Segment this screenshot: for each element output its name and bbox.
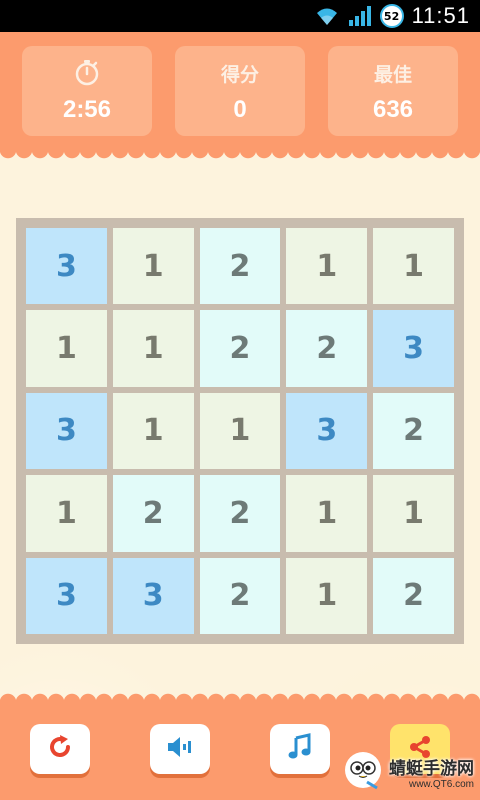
dragonfly-logo-icon: [341, 748, 385, 796]
board-cell[interactable]: 2: [199, 475, 281, 552]
board-cell[interactable]: 2: [373, 392, 454, 470]
music-note-icon: [287, 733, 313, 765]
board-cell[interactable]: 3: [373, 310, 454, 387]
restart-button[interactable]: [30, 724, 90, 774]
board-cell[interactable]: 1: [112, 392, 194, 470]
score-label: 得分: [220, 63, 259, 86]
score-box: 得分 0: [175, 46, 305, 136]
board-cell[interactable]: 2: [199, 228, 281, 305]
stopwatch-icon: [73, 58, 101, 88]
board-cell[interactable]: 3: [26, 228, 107, 305]
board-cell[interactable]: 2: [199, 557, 281, 634]
header-scallop-edge: [0, 150, 480, 164]
watermark-title: 蜻蜓手游网: [389, 759, 474, 779]
board-cell[interactable]: 3: [26, 557, 107, 634]
board-cell[interactable]: 2: [286, 310, 368, 387]
best-box: 最佳 636: [328, 46, 458, 136]
board-cell[interactable]: 2: [373, 557, 454, 634]
board-cell[interactable]: 1: [373, 475, 454, 552]
board-cell[interactable]: 2: [199, 310, 281, 387]
sound-button[interactable]: [150, 724, 210, 774]
restart-icon: [46, 733, 74, 765]
watermark-site: www.QT6.com: [408, 779, 474, 790]
board-cell[interactable]: 3: [26, 392, 107, 470]
clock: 11:51: [411, 3, 470, 28]
wifi-icon: [314, 5, 340, 27]
battery-icon: 52: [379, 4, 404, 28]
board-cell[interactable]: 1: [373, 228, 454, 305]
signal-icon: [348, 5, 372, 27]
board-cell[interactable]: 3: [286, 392, 368, 470]
board-cell[interactable]: 1: [112, 310, 194, 387]
board-cell[interactable]: 1: [26, 475, 107, 552]
watermark: 蜻蜓手游网 www.QT6.com: [341, 748, 474, 796]
board-cell[interactable]: 1: [26, 310, 107, 387]
timer-box: 2:56: [22, 46, 152, 136]
board-cell[interactable]: 1: [286, 228, 368, 305]
best-value: 636: [372, 96, 414, 123]
score-value: 0: [233, 96, 247, 123]
board-cell[interactable]: 1: [112, 228, 194, 305]
speaker-icon: [165, 733, 195, 765]
board-cell[interactable]: 1: [199, 392, 281, 470]
best-label: 最佳: [373, 63, 412, 86]
music-button[interactable]: [270, 724, 330, 774]
status-bar: 52 11:51: [0, 0, 480, 32]
board-cell[interactable]: 1: [286, 475, 368, 552]
board-cell[interactable]: 1: [286, 557, 368, 634]
game-board: 3121111223311321221133212: [16, 218, 464, 644]
board-cell[interactable]: 3: [112, 557, 194, 634]
board-cell[interactable]: 2: [112, 475, 194, 552]
timer-value: 2:56: [62, 96, 112, 123]
